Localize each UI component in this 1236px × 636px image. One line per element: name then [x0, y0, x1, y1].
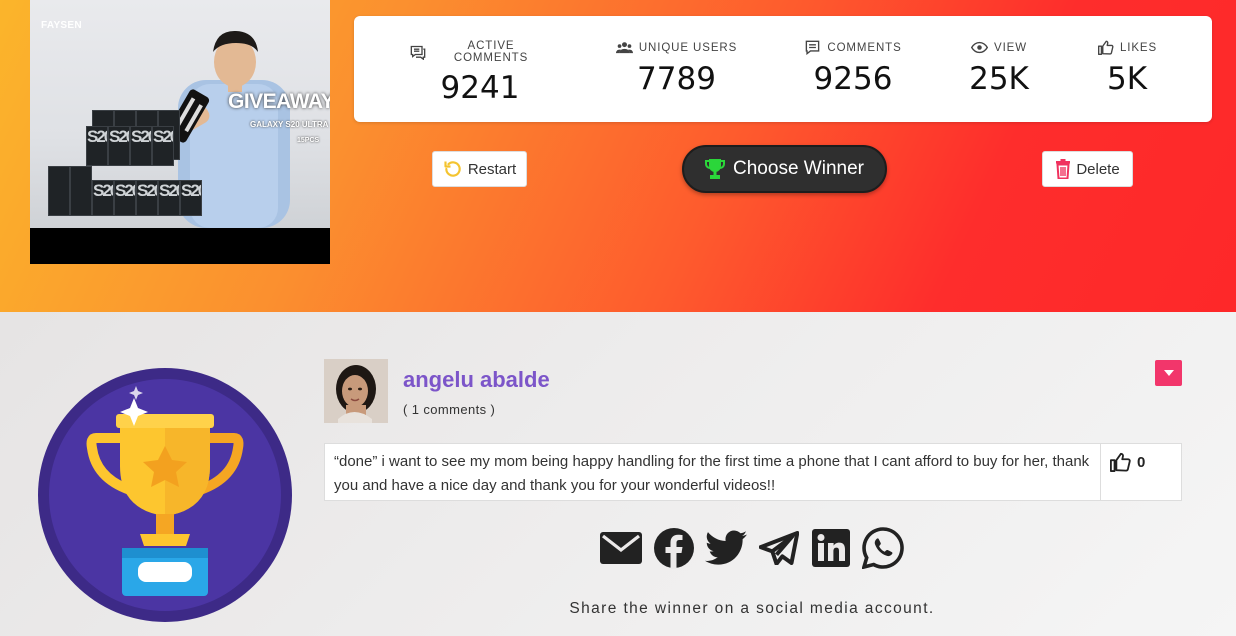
winner-comment-count: ( 1 comments )	[403, 402, 496, 417]
trash-icon	[1056, 159, 1071, 179]
choose-winner-label: Choose Winner	[733, 158, 864, 179]
product-box: S20	[152, 126, 174, 166]
stat-views: View 25K	[959, 40, 1039, 98]
stats-card: Active comments 9241 Unique users 7789 C…	[354, 16, 1212, 122]
product-box: S20	[92, 180, 114, 216]
share-linkedin-button[interactable]	[810, 527, 852, 569]
stat-likes: Likes 5K	[1089, 40, 1165, 97]
restart-button[interactable]: Restart	[432, 151, 527, 187]
thumbnail-channel-name: FAYSEN	[41, 20, 82, 31]
telegram-icon	[759, 531, 799, 565]
trophy-icon	[705, 159, 726, 179]
share-caption: Share the winner on a social media accou…	[569, 600, 935, 617]
email-icon	[600, 532, 642, 564]
facebook-icon	[654, 528, 694, 569]
caret-down-icon	[1163, 370, 1174, 376]
choose-winner-button[interactable]: Choose Winner	[682, 145, 887, 193]
stat-value: 9256	[813, 61, 893, 97]
thumbs-up-icon	[1097, 40, 1114, 55]
thumbs-up-icon	[1109, 452, 1131, 472]
trophy-illustration	[38, 368, 292, 622]
linkedin-icon	[812, 529, 850, 567]
share-email-button[interactable]	[600, 527, 642, 569]
winner-name[interactable]: angelu abalde	[403, 367, 550, 393]
winner-comment: “done” i want to see my mom being happy …	[324, 443, 1182, 501]
comment-likes: 0	[1109, 452, 1145, 472]
share-telegram-button[interactable]	[758, 527, 800, 569]
product-box	[70, 166, 92, 216]
comment-divider	[1100, 444, 1101, 500]
product-box: S20	[180, 180, 202, 216]
share-twitter-button[interactable]	[705, 527, 747, 569]
users-icon	[615, 42, 633, 54]
share-whatsapp-button[interactable]	[862, 527, 904, 569]
comment-icon	[806, 40, 820, 55]
stat-label: View	[994, 41, 1027, 54]
stat-label: Comments	[827, 41, 902, 54]
stat-label: Active comments	[453, 40, 529, 64]
comment-text: “done” i want to see my mom being happy …	[334, 453, 1090, 494]
stat-label: Likes	[1119, 41, 1158, 54]
share-facebook-button[interactable]	[653, 527, 695, 569]
eye-icon	[971, 41, 988, 54]
delete-label: Delete	[1076, 160, 1120, 178]
product-box	[48, 166, 70, 216]
stat-value: 9241	[440, 70, 520, 106]
stat-active-comments: Active comments 9241	[410, 40, 550, 106]
product-box: S20	[86, 126, 108, 166]
stat-value: 25K	[969, 61, 1029, 97]
thumbnail-scene: S20 S20 S20 S20 S20 S20 S20 S20 S20	[30, 0, 330, 228]
stat-value: 5K	[1106, 61, 1148, 97]
product-box: S20	[158, 180, 180, 216]
delete-button[interactable]: Delete	[1042, 151, 1133, 187]
stat-comments: Comments 9256	[798, 40, 908, 97]
winner-avatar	[324, 359, 388, 423]
winner-menu-button[interactable]	[1155, 360, 1182, 386]
thumbnail-title: GIVEAWAY	[228, 90, 330, 113]
stat-unique-users: Unique users 7789	[609, 40, 744, 97]
restart-label: Restart	[467, 160, 517, 178]
product-box: S20	[108, 126, 130, 166]
stat-value: 7789	[637, 61, 716, 97]
restart-icon	[444, 161, 461, 177]
stat-label: Unique users	[638, 41, 738, 54]
whatsapp-icon	[862, 527, 904, 569]
product-box: S20	[136, 180, 158, 216]
thumbnail-quantity: 15PCS	[297, 137, 320, 144]
comments-icon	[410, 45, 426, 60]
product-box: S20	[130, 126, 152, 166]
video-thumbnail[interactable]: S20 S20 S20 S20 S20 S20 S20 S20 S20 FAYS…	[30, 0, 330, 264]
product-box: S20	[114, 180, 136, 216]
twitter-icon	[705, 530, 747, 565]
comment-like-count: 0	[1137, 453, 1146, 471]
thumbnail-subtitle: GALAXY S20 ULTRA	[250, 120, 329, 129]
